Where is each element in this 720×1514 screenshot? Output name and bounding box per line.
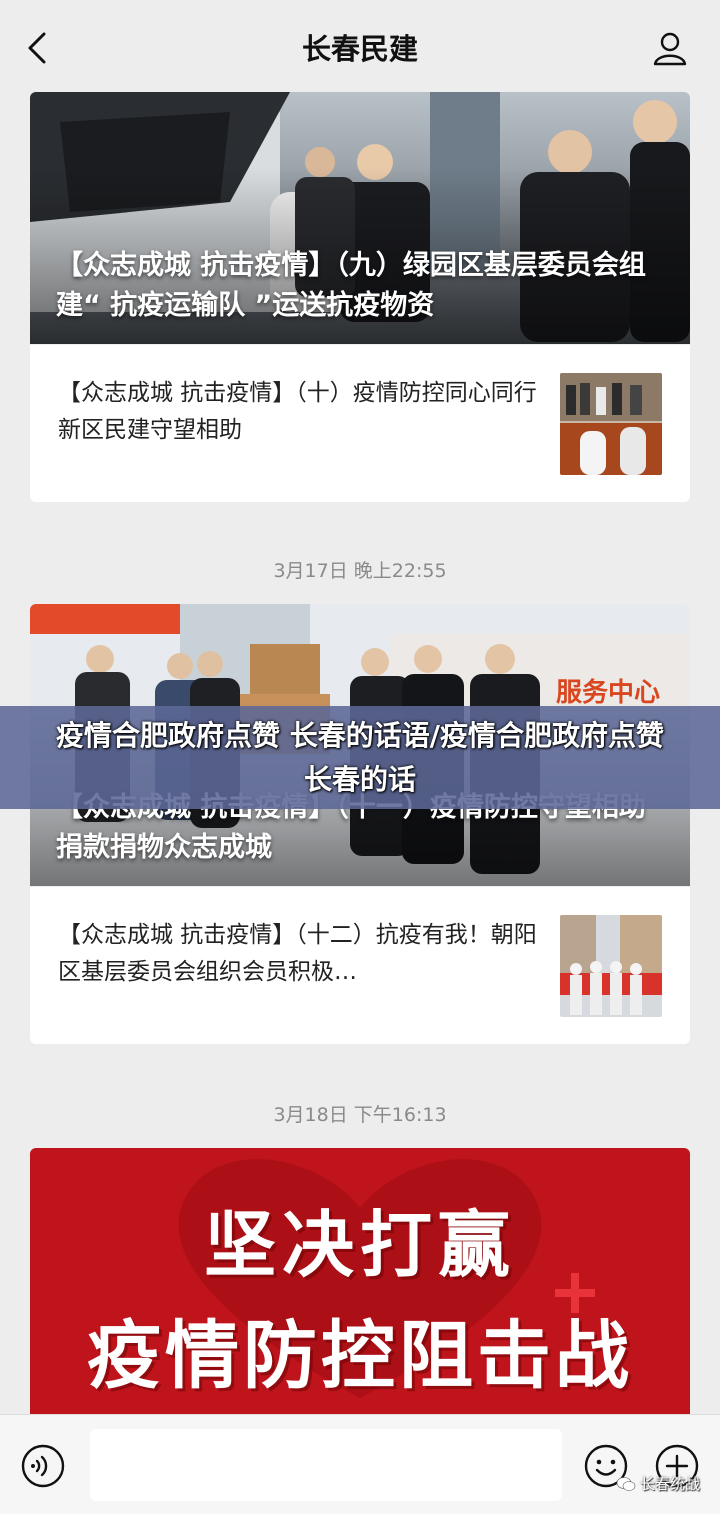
article-sub-title: 【众志成城 抗击疫情】（十）疫情防控同心同行 新区民建守望相助 [58,380,537,443]
poster-line-1: 坚决打赢 [203,1203,516,1287]
chat-input-bar: 长春统战 [0,1414,720,1514]
timestamp: 3月17日 晚上22:55 [273,560,447,582]
poster-line-2: 疫情防控阻击战 [87,1313,633,1399]
article-sub-item[interactable]: 【众志成城 抗击疫情】（十）疫情防控同心同行 新区民建守望相助 [30,344,690,502]
hero-sign-text: 服务中心 [556,678,661,708]
overlay-caption-text: 疫情合肥政府点赞 长春的话语/疫情合肥政府点赞 长春的话 [56,718,664,796]
article-thumbnail [560,373,662,475]
article-thumbnail [560,915,662,1017]
article-hero[interactable]: 【众志成城 抗击疫情】（九）绿园区基层委员会组建“ 抗疫运输队 ”运送抗疫物资 [30,92,690,344]
wechat-logo-icon [616,1476,636,1491]
timestamp: 3月18日 下午16:13 [273,1104,447,1126]
profile-icon[interactable] [650,28,690,68]
top-nav-bar: 长春民建 [0,0,720,92]
article-sub-title: 【众志成城 抗击疫情】（十二）抗疫有我！朝阳区基层委员会组织会员积极… [58,922,537,985]
page-title: 长春民建 [301,32,418,66]
article-hero-title: 【众志成城 抗击疫情】（九）绿园区基层委员会组建“ 抗疫运输队 ”运送抗疫物资 [56,250,646,321]
article-poster[interactable]: 坚决打赢 疫情防控阻击战 [30,1148,690,1414]
voice-icon[interactable] [20,1443,66,1489]
message-input[interactable] [90,1429,562,1501]
article-sub-item[interactable]: 【众志成城 抗击疫情】（十二）抗疫有我！朝阳区基层委员会组织会员积极… [30,886,690,1044]
overlay-caption-banner: 疫情合肥政府点赞 长春的话语/疫情合肥政府点赞 长春的话 [0,706,720,809]
article-card: 服务中心 【众志成城 抗击疫情】（十一）疫情防控守望相助 捐款捐物众志成城 【众… [30,604,690,1044]
watermark: 长春统战 [616,1473,700,1494]
article-card: 【众志成城 抗击疫情】（九）绿园区基层委员会组建“ 抗疫运输队 ”运送抗疫物资 … [30,92,690,502]
watermark-text: 长春统战 [639,1475,700,1493]
